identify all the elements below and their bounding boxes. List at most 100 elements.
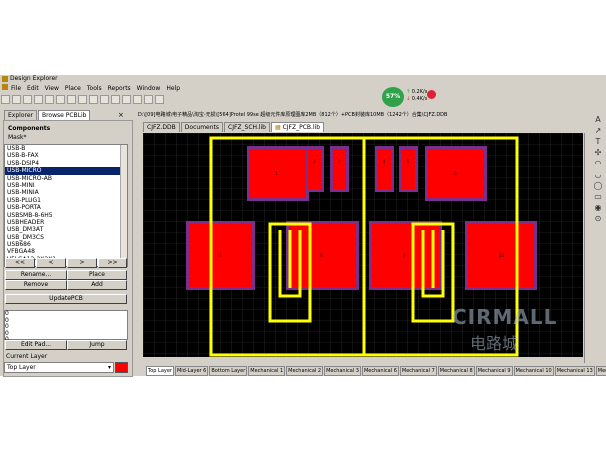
file-icon[interactable] xyxy=(2,84,8,90)
arc-icon[interactable]: ◠ xyxy=(591,159,605,170)
first-button[interactable]: << xyxy=(5,258,35,268)
cross-icon[interactable] xyxy=(67,95,76,104)
remove-button[interactable]: Remove xyxy=(5,280,67,290)
layer-tab[interactable]: Mechanical 2 xyxy=(286,366,324,376)
pad-icon[interactable]: ◉ xyxy=(591,203,605,214)
list-item[interactable]: USB_DM3CS xyxy=(5,234,127,241)
save-icon[interactable] xyxy=(12,95,21,104)
zoom-fit-icon[interactable] xyxy=(56,95,65,104)
paste-icon[interactable] xyxy=(122,95,131,104)
layer-tab[interactable]: Mechanical 3 xyxy=(324,366,361,376)
tab-explorer[interactable]: Explorer xyxy=(4,110,37,120)
menu-file[interactable]: File xyxy=(11,85,21,92)
undo-icon[interactable] xyxy=(133,95,142,104)
list-item[interactable]: USB-MINIA xyxy=(5,189,127,196)
prev-button[interactable]: < xyxy=(36,258,66,268)
close-icon[interactable]: × xyxy=(118,111,124,119)
list-item[interactable]: USB-PORTA xyxy=(5,204,127,211)
layer-tab[interactable]: Mechanical 14 xyxy=(595,366,606,376)
list-item[interactable]: USB-B-FAX xyxy=(5,152,127,159)
add-button[interactable]: Add xyxy=(67,280,127,290)
menu-reports[interactable]: Reports xyxy=(108,85,131,92)
tab-browse-pcblib[interactable]: Browse PCBLib xyxy=(37,110,91,120)
next-button[interactable]: > xyxy=(67,258,97,268)
arc-center-icon[interactable]: ◡ xyxy=(591,170,605,181)
pad-list[interactable]: 0 0 0 0 0 xyxy=(4,310,128,343)
move-icon[interactable] xyxy=(100,95,109,104)
download-speed: 0.4K/s xyxy=(411,96,428,102)
pad[interactable] xyxy=(402,149,415,189)
menu-help[interactable]: Help xyxy=(166,85,180,92)
deselect-icon[interactable] xyxy=(89,95,98,104)
tab-cjfz-pcb-lib[interactable]: ▦ CJFZ_PCB.lib xyxy=(271,122,325,132)
mask-input[interactable]: * xyxy=(23,134,26,141)
vertical-scrollbar[interactable] xyxy=(584,133,591,363)
upload-speed: 0.2K/s xyxy=(411,89,428,95)
menu-place[interactable]: Place xyxy=(65,85,81,92)
net-monitor-icon[interactable] xyxy=(427,90,436,99)
list-item[interactable]: VFBGA48 xyxy=(5,248,127,255)
menu-window[interactable]: Window xyxy=(137,85,161,92)
list-item[interactable]: USB_DM3AT xyxy=(5,226,127,233)
jump-button[interactable]: Jump xyxy=(67,340,127,350)
layer-tab[interactable]: Mechanical 8 xyxy=(437,366,475,376)
place-button[interactable]: Place xyxy=(67,270,127,280)
net-monitor-badge[interactable]: 57% xyxy=(382,87,404,107)
layer-tab[interactable]: Mechanical 9 xyxy=(475,366,513,376)
tab-cjfz-sch-lib[interactable]: CJFZ_SCH.lib xyxy=(224,122,270,132)
layer-tab[interactable]: Mechanical 7 xyxy=(399,366,437,376)
layer-tab[interactable]: Bottom Layer xyxy=(209,366,248,376)
explorer-tabs: Explorer Browse PCBLib xyxy=(4,110,91,120)
pad[interactable] xyxy=(250,149,306,198)
select-icon[interactable] xyxy=(78,95,87,104)
horizontal-scrollbar[interactable] xyxy=(143,357,584,362)
last-button[interactable]: >> xyxy=(98,258,127,268)
list-item[interactable]: USB-DSIP4 xyxy=(5,160,127,167)
toolbar xyxy=(0,93,606,104)
via-icon[interactable]: ⊙ xyxy=(591,214,605,225)
layer-tab[interactable]: Mechanical 6 xyxy=(361,366,399,376)
layer-tab[interactable]: Mid-Layer 6 xyxy=(174,366,209,376)
pad[interactable] xyxy=(378,149,391,189)
component-list[interactable]: USB-B USB-B-FAX USB-DSIP4 USB-MICRO USB-… xyxy=(4,144,128,267)
circle-icon[interactable]: ◯ xyxy=(591,181,605,192)
list-item[interactable]: USB-B xyxy=(5,145,127,152)
list-item-selected[interactable]: USB-MICRO xyxy=(5,167,127,175)
redo-icon[interactable] xyxy=(144,95,153,104)
list-item[interactable]: USB-PLUG1 xyxy=(5,197,127,204)
layer-tab[interactable]: Top Layer xyxy=(146,366,174,376)
layer-tab[interactable]: Mechanical 13 xyxy=(554,366,595,376)
text-tool-icon[interactable]: A xyxy=(591,115,605,126)
net-speeds: ↑ 0.2K/s ↓ 0.4K/s xyxy=(406,89,428,102)
current-layer-select[interactable]: Top Layer ▾ xyxy=(4,362,114,373)
menu-view[interactable]: View xyxy=(45,85,59,92)
help-icon[interactable] xyxy=(155,95,164,104)
zoom-in-icon[interactable] xyxy=(34,95,43,104)
cut-icon[interactable] xyxy=(111,95,120,104)
layer-tab[interactable]: Mechanical 1 xyxy=(248,366,286,376)
rename-button[interactable]: Rename... xyxy=(5,270,67,280)
open-icon[interactable] xyxy=(1,95,10,104)
edit-pad-button[interactable]: Edit Pad... xyxy=(5,340,67,350)
fill-icon[interactable]: ▭ xyxy=(591,192,605,203)
list-item[interactable]: USBHEADER xyxy=(5,219,127,226)
list-item[interactable]: USB686 xyxy=(5,241,127,248)
move-icon[interactable]: ✣ xyxy=(591,148,605,159)
tab-cjfz-ddb[interactable]: CJFZ.DDB xyxy=(143,122,180,132)
text-icon[interactable]: T xyxy=(591,137,605,148)
layer-tab[interactable]: Mechanical 10 xyxy=(513,366,554,376)
print-icon[interactable] xyxy=(23,95,32,104)
list-scrollbar[interactable] xyxy=(120,145,127,261)
pad[interactable] xyxy=(333,149,346,189)
line-tool-icon[interactable]: ↗ xyxy=(591,126,605,137)
current-layer-label: Current Layer xyxy=(6,353,48,360)
pad[interactable] xyxy=(308,149,321,189)
update-pcb-button[interactable]: UpdatePCB xyxy=(5,294,127,304)
tab-documents[interactable]: Documents xyxy=(180,122,224,132)
menu-edit[interactable]: Edit xyxy=(27,85,39,92)
menu-tools[interactable]: Tools xyxy=(87,85,102,92)
list-item[interactable]: USBSMB-8-6H5 xyxy=(5,212,127,219)
list-item[interactable]: USB-MICRO-AB xyxy=(5,175,127,182)
zoom-out-icon[interactable] xyxy=(45,95,54,104)
list-item[interactable]: USB-MINI xyxy=(5,182,127,189)
